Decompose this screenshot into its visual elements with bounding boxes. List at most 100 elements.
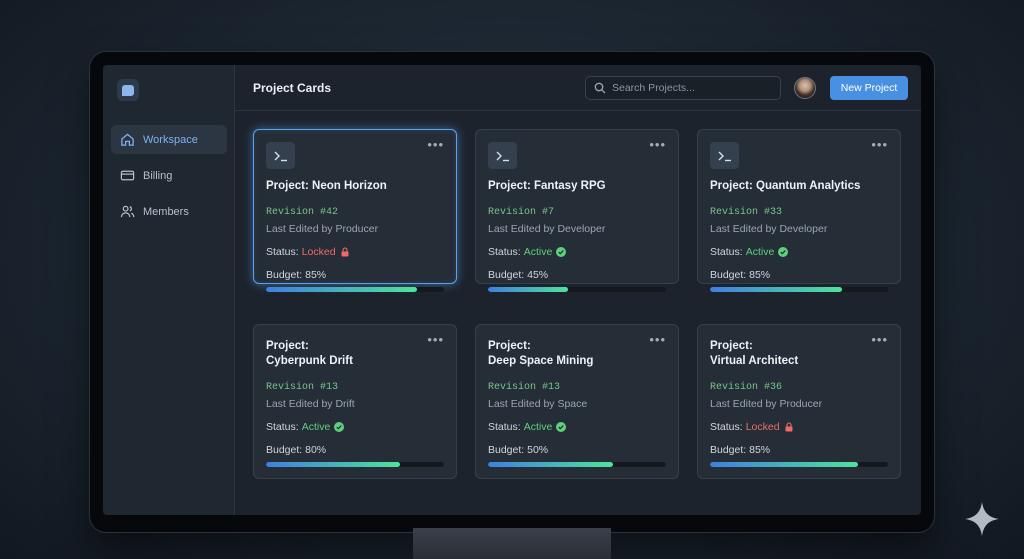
project-card[interactable]: ••• Project: Quantum Analytics Revision …: [697, 129, 901, 292]
card-edited-by: Last Edited by Drift: [266, 398, 355, 410]
project-card[interactable]: ••• Project: Virtual Architect Revision …: [697, 324, 901, 479]
status-value: Active: [523, 246, 553, 258]
card-edited-by: Last Edited by Developer: [710, 223, 828, 235]
credit-card-icon: [119, 168, 135, 184]
project-grid: ••• Project: Neon Horizon Revision #42 L…: [253, 129, 902, 485]
more-options-icon[interactable]: •••: [427, 332, 444, 347]
card-title: Project: Cyberpunk Drift: [266, 339, 444, 369]
budget-progress-bar: [266, 287, 444, 292]
card-revision: Revision #13: [266, 382, 339, 393]
more-options-icon[interactable]: •••: [871, 137, 888, 152]
project-card[interactable]: ••• Project: Cyberpunk Drift Revision #1…: [253, 324, 457, 479]
sidebar-item-label: Members: [143, 205, 189, 218]
monitor-stand: [413, 528, 611, 559]
status-value: Locked: [745, 421, 780, 433]
card-title: Project: Fantasy RPG: [488, 180, 606, 192]
card-title-name: Cyberpunk Drift: [266, 355, 353, 367]
status-label: Status:: [710, 246, 743, 258]
card-status: Status: Active: [266, 421, 444, 433]
budget-progress-bar: [266, 462, 444, 467]
budget-progress-bar: [488, 287, 666, 292]
card-revision: Revision #42: [266, 207, 339, 218]
status-label: Status:: [266, 421, 299, 433]
budget-progress-fill: [710, 462, 858, 467]
status-label: Status:: [488, 246, 521, 258]
status-label: Status:: [266, 246, 299, 258]
sidebar-item-workspace[interactable]: Workspace: [111, 125, 227, 154]
app-window: Workspace Billing Members Project Cards …: [103, 65, 921, 515]
terminal-icon: [266, 142, 295, 169]
card-budget: Budget: 85%: [710, 444, 771, 456]
sidebar-item-label: Billing: [143, 169, 173, 182]
more-options-icon[interactable]: •••: [871, 332, 888, 347]
project-card[interactable]: ••• Project: Fantasy RPG Revision #7 Las…: [475, 129, 679, 292]
more-options-icon[interactable]: •••: [427, 137, 444, 152]
project-card[interactable]: ••• Project: Deep Space Mining Revision …: [475, 324, 679, 479]
card-title: Project: Neon Horizon: [266, 180, 387, 192]
sidebar: Workspace Billing Members: [103, 65, 235, 515]
card-status: Status: Active: [488, 246, 666, 258]
home-icon: [119, 132, 135, 148]
card-title: Project: Quantum Analytics: [710, 180, 861, 192]
card-title-prefix: Project:: [710, 340, 753, 352]
card-budget: Budget: 50%: [488, 444, 549, 456]
budget-progress-fill: [266, 462, 400, 467]
status-value: Active: [745, 246, 775, 258]
budget-progress-bar: [710, 462, 888, 467]
budget-progress-fill: [266, 287, 418, 292]
card-edited-by: Last Edited by Space: [488, 398, 588, 410]
card-budget: Budget: 45%: [488, 269, 549, 281]
status-label: Status:: [488, 421, 521, 433]
users-icon: [119, 204, 135, 220]
check-circle-icon: [556, 247, 567, 257]
status-value: Active: [523, 421, 553, 433]
search-icon: [594, 82, 606, 94]
budget-progress-fill: [710, 287, 842, 292]
main-content: Project Cards New Project ••• Project: N…: [235, 65, 921, 515]
budget-progress-bar: [488, 462, 666, 467]
check-circle-icon: [778, 247, 789, 257]
status-value: Locked: [301, 246, 336, 258]
card-title-name: Virtual Architect: [710, 355, 799, 367]
lock-icon: [785, 422, 793, 432]
budget-progress-bar: [710, 287, 888, 292]
avatar[interactable]: [794, 77, 816, 99]
check-circle-icon: [556, 422, 567, 432]
card-status: Status: Locked: [710, 421, 888, 433]
budget-progress-fill: [488, 287, 569, 292]
status-label: Status:: [710, 421, 743, 433]
search-box[interactable]: [585, 76, 781, 100]
card-status: Status: Active: [488, 421, 666, 433]
card-title-name: Deep Space Mining: [488, 355, 594, 367]
new-project-button[interactable]: New Project: [830, 76, 908, 100]
card-status: Status: Active: [710, 246, 888, 258]
card-budget: Budget: 85%: [710, 269, 771, 281]
sidebar-item-billing[interactable]: Billing: [111, 161, 227, 190]
card-title-prefix: Project:: [488, 340, 531, 352]
app-logo[interactable]: [117, 79, 139, 101]
monitor-frame: Workspace Billing Members Project Cards …: [90, 52, 934, 532]
card-revision: Revision #7: [488, 207, 555, 218]
more-options-icon[interactable]: •••: [649, 332, 666, 347]
card-edited-by: Last Edited by Developer: [488, 223, 606, 235]
sidebar-nav: Workspace Billing Members: [111, 125, 227, 233]
card-revision: Revision #13: [488, 382, 561, 393]
card-edited-by: Last Edited by Producer: [266, 223, 379, 235]
search-input[interactable]: [612, 82, 772, 94]
card-title-prefix: Project:: [266, 340, 309, 352]
card-budget: Budget: 85%: [266, 269, 327, 281]
card-revision: Revision #36: [710, 382, 783, 393]
more-options-icon[interactable]: •••: [649, 137, 666, 152]
sidebar-item-members[interactable]: Members: [111, 197, 227, 226]
card-title: Project: Deep Space Mining: [488, 339, 666, 369]
lock-icon: [341, 247, 349, 257]
page-title: Project Cards: [253, 81, 332, 95]
card-title: Project: Virtual Architect: [710, 339, 888, 369]
sidebar-item-label: Workspace: [143, 133, 198, 146]
card-edited-by: Last Edited by Producer: [710, 398, 823, 410]
card-budget: Budget: 80%: [266, 444, 327, 456]
sparkle-icon: [964, 501, 1000, 537]
budget-progress-fill: [488, 462, 613, 467]
project-card[interactable]: ••• Project: Neon Horizon Revision #42 L…: [253, 129, 457, 292]
card-status: Status: Locked: [266, 246, 444, 258]
